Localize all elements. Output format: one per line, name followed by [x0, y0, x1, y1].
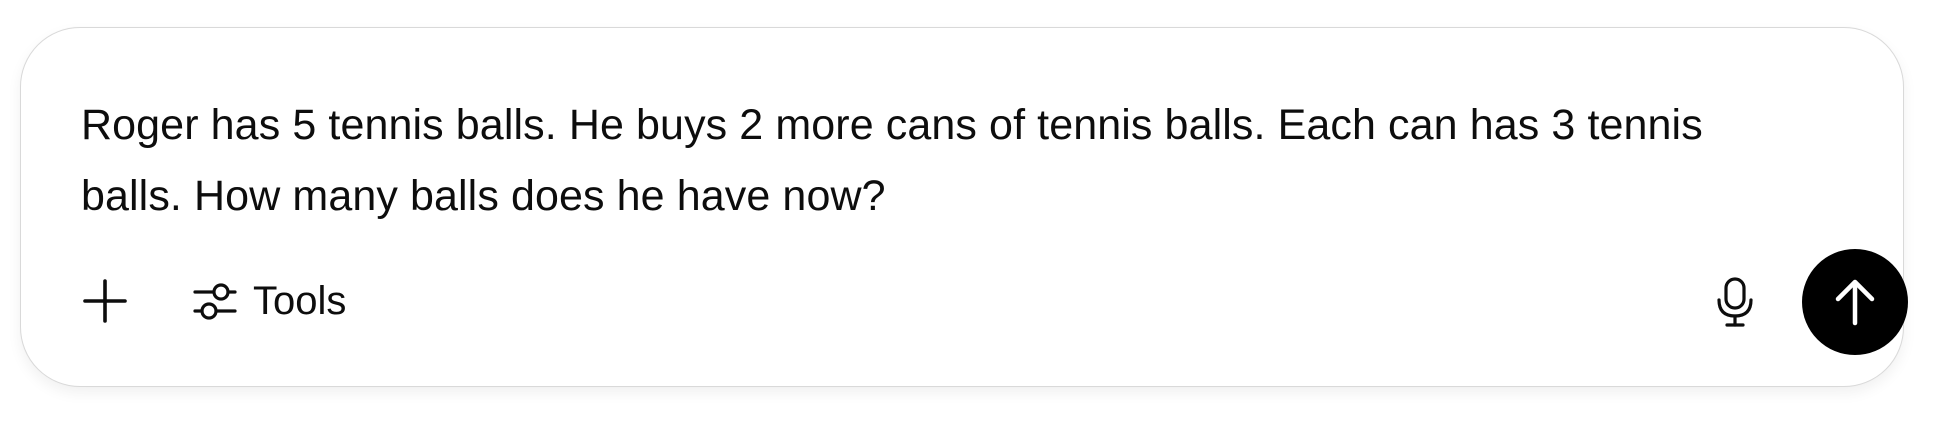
prompt-input[interactable]: Roger has 5 tennis balls. He buys 2 more… — [81, 90, 1801, 232]
voice-input-button[interactable] — [1703, 270, 1767, 334]
plus-icon — [82, 278, 128, 324]
tools-label: Tools — [253, 279, 347, 323]
sliders-icon — [191, 277, 239, 325]
chat-composer: Roger has 5 tennis balls. He buys 2 more… — [20, 27, 1908, 387]
composer-toolbar: Tools — [21, 249, 1908, 355]
tools-button[interactable]: Tools — [181, 269, 358, 333]
send-button[interactable] — [1802, 249, 1908, 355]
arrow-up-icon — [1832, 277, 1878, 327]
add-attachment-button[interactable] — [77, 273, 133, 329]
microphone-icon — [1715, 276, 1755, 328]
